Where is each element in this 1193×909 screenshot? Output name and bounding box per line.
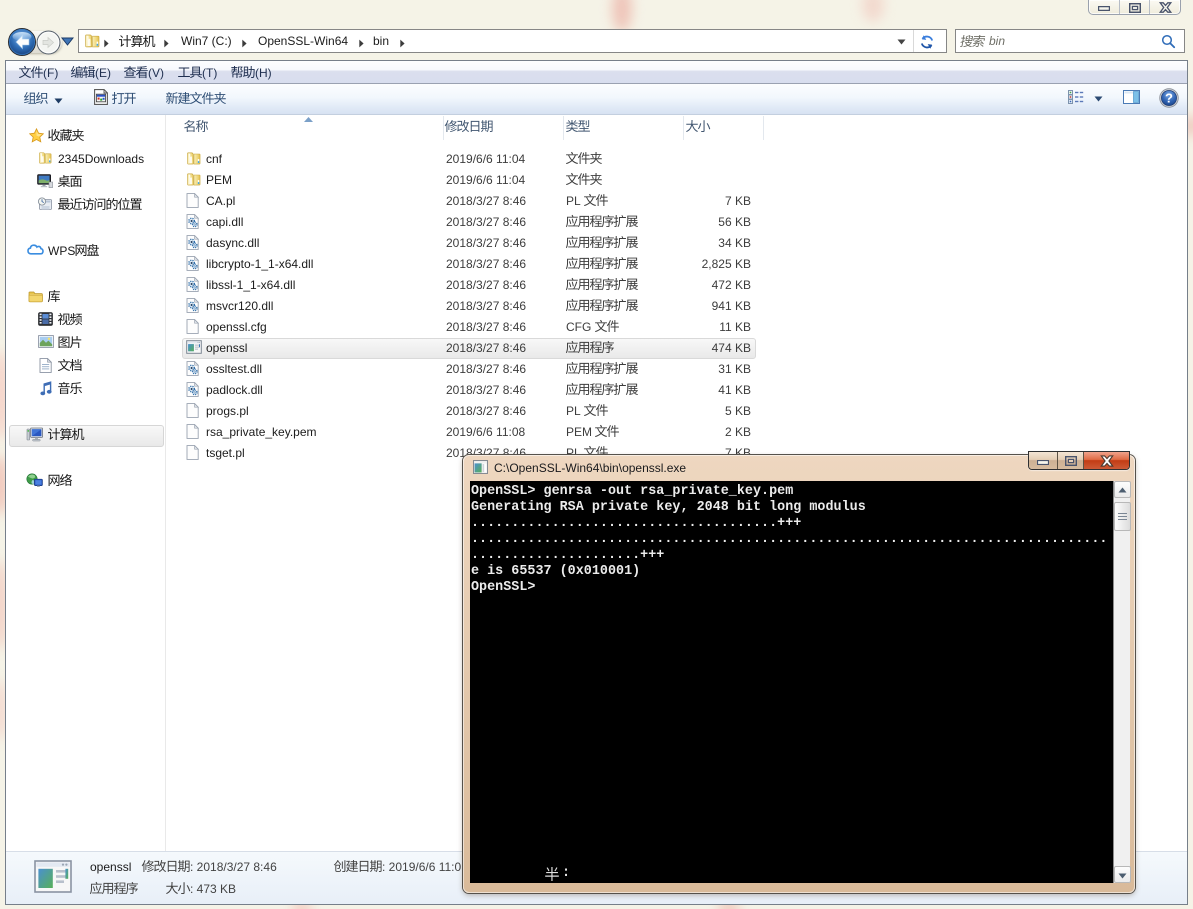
svg-text:?: ? [1165, 91, 1173, 106]
